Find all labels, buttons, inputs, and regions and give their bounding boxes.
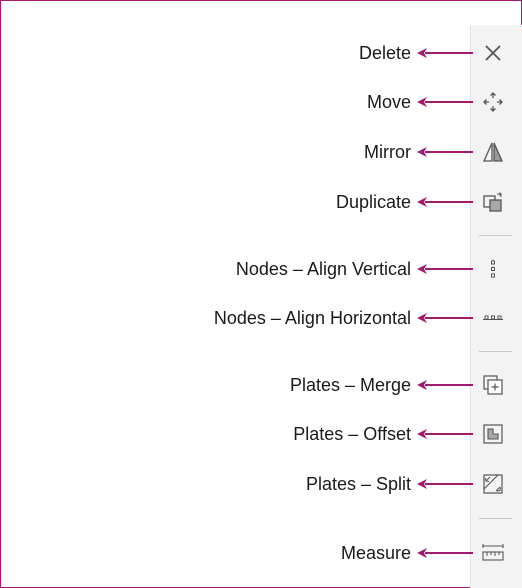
offset-label: Plates – Offset bbox=[293, 424, 411, 444]
tool-row-delete: Delete bbox=[1, 33, 521, 73]
toolbar-separator bbox=[479, 351, 512, 352]
delete-button[interactable] bbox=[478, 38, 508, 68]
callout-arrow bbox=[417, 429, 473, 439]
offset-icon bbox=[483, 424, 503, 444]
align-vertical-button[interactable] bbox=[478, 254, 508, 284]
measure-label: Measure bbox=[340, 543, 411, 563]
tool-row-split: Plates – Split bbox=[1, 464, 521, 504]
tool-row-move: Move bbox=[1, 82, 521, 122]
callout-arrow bbox=[417, 313, 473, 323]
move-button[interactable] bbox=[478, 87, 508, 117]
align-vertical-icon bbox=[491, 259, 495, 279]
delete-label: Delete bbox=[358, 43, 411, 63]
align-horizontal-label: Nodes – Align Horizontal bbox=[213, 308, 411, 328]
annotation-frame: Delete Move Mirror Duplicate Nodes – Ali… bbox=[0, 0, 522, 588]
duplicate-label: Duplicate bbox=[335, 192, 411, 212]
tool-row-duplicate: Duplicate bbox=[1, 182, 521, 222]
toolbar-separator bbox=[479, 235, 512, 236]
split-button[interactable] bbox=[478, 469, 508, 499]
duplicate-icon bbox=[483, 192, 502, 212]
callout-arrow bbox=[417, 479, 473, 489]
mirror-icon bbox=[482, 142, 504, 162]
merge-label: Plates – Merge bbox=[289, 375, 411, 395]
callout-arrow bbox=[417, 264, 473, 274]
toolbar-separator bbox=[479, 518, 512, 519]
move-label: Move bbox=[366, 92, 411, 112]
measure-icon bbox=[482, 544, 504, 561]
merge-icon bbox=[483, 375, 503, 395]
offset-button[interactable] bbox=[478, 419, 508, 449]
callout-arrow bbox=[417, 197, 473, 207]
merge-button[interactable] bbox=[478, 370, 508, 400]
callout-arrow bbox=[417, 380, 473, 390]
move-icon bbox=[483, 92, 503, 112]
mirror-button[interactable] bbox=[478, 137, 508, 167]
align-horizontal-button[interactable] bbox=[478, 303, 508, 333]
tool-row-align-vertical: Nodes – Align Vertical bbox=[1, 249, 521, 289]
close-icon bbox=[485, 45, 501, 61]
mirror-label: Mirror bbox=[364, 142, 411, 162]
tool-row-offset: Plates – Offset bbox=[1, 414, 521, 454]
tool-row-measure: Measure bbox=[1, 533, 521, 573]
tool-row-align-horizontal: Nodes – Align Horizontal bbox=[1, 298, 521, 338]
tool-row-merge: Plates – Merge bbox=[1, 365, 521, 405]
align-horizontal-icon bbox=[483, 315, 503, 320]
align-vertical-label: Nodes – Align Vertical bbox=[235, 259, 411, 279]
split-icon bbox=[483, 474, 503, 494]
callout-arrow bbox=[417, 548, 473, 558]
callout-arrow bbox=[417, 147, 473, 157]
tool-row-mirror: Mirror bbox=[1, 132, 521, 172]
duplicate-button[interactable] bbox=[478, 187, 508, 217]
measure-button[interactable] bbox=[478, 538, 508, 568]
callout-arrow bbox=[417, 48, 473, 58]
split-label: Plates – Split bbox=[305, 474, 411, 494]
callout-arrow bbox=[417, 97, 473, 107]
